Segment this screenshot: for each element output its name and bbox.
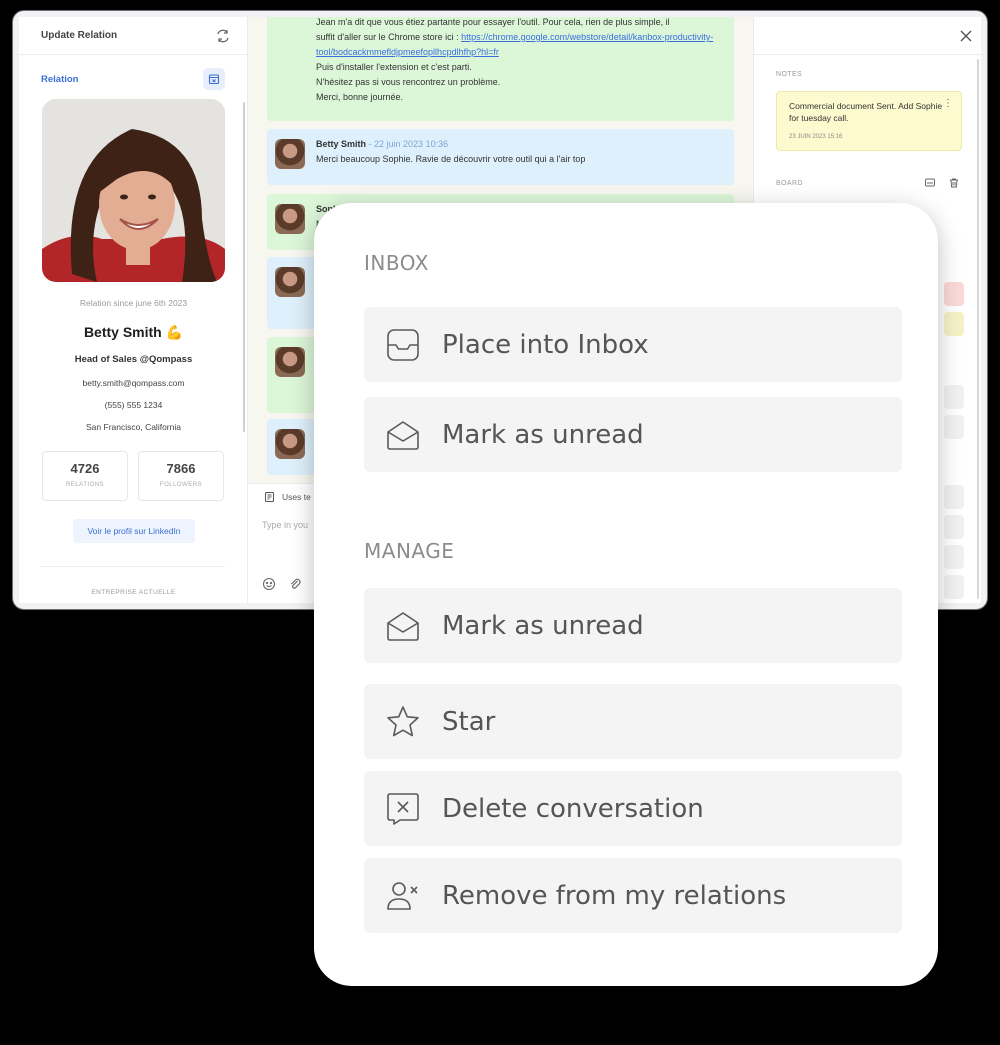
message-line: Puis d'installer l'extension et c'est pa… — [316, 62, 472, 72]
tag-pill[interactable] — [944, 415, 964, 439]
notes-label: NOTES — [776, 71, 803, 78]
composer-toolbar — [262, 577, 302, 591]
star-icon — [387, 705, 419, 736]
details-header — [754, 17, 981, 55]
tag-pill[interactable] — [944, 575, 964, 599]
tag-pill[interactable] — [944, 312, 964, 336]
panel-title: Update Relation — [41, 30, 118, 41]
current-company-label: ENTREPRISE ACTUELLE — [91, 589, 176, 596]
relation-row: Relation — [19, 55, 247, 91]
note-card[interactable]: Commercial document Sent. Add Sophie for… — [776, 91, 962, 151]
avatar — [275, 204, 305, 234]
emoji-icon[interactable] — [262, 577, 276, 591]
linkedin-profile-button[interactable]: Voir le profil sur LinkedIn — [73, 519, 195, 543]
contact-phone[interactable]: (555) 555 1234 — [19, 400, 248, 410]
profile-photo — [42, 99, 225, 282]
note-date: 23 JUIN 2023 15:16 — [789, 134, 843, 140]
tag-pill[interactable] — [944, 385, 964, 409]
relation-since: Relation since june 6th 2023 — [79, 298, 188, 308]
profile-photo-illustration — [42, 99, 225, 282]
more-vertical-icon[interactable]: ⋮ — [943, 98, 953, 110]
inbox-section-title: INBOX — [364, 251, 429, 275]
note-text: Commercial document Sent. Add Sophie for… — [789, 101, 943, 123]
remove-from-relations-button[interactable]: Remove from my relations — [364, 858, 902, 933]
contact-role: Head of Sales @Qompass — [74, 354, 193, 365]
conversation-actions-menu: INBOX Place into Inbox Mark as unread MA… — [314, 203, 938, 986]
avatar — [275, 139, 305, 169]
board-icon[interactable] — [924, 177, 936, 189]
avatar — [275, 347, 305, 377]
tag-pill[interactable] — [944, 545, 964, 569]
right-scrollbar[interactable] — [977, 59, 979, 599]
contact-name: Betty Smith 💪 — [83, 324, 184, 340]
envelope-open-icon — [387, 420, 419, 450]
inbox-tray-icon — [387, 328, 419, 361]
board-actions — [924, 177, 960, 189]
template-icon — [265, 491, 274, 502]
menu-item-label: Delete conversation — [442, 793, 704, 824]
delete-conversation-button[interactable]: Delete conversation — [364, 771, 902, 846]
contact-location: San Francisco, California — [86, 422, 181, 432]
attachment-icon[interactable] — [288, 577, 302, 591]
message-line: N'hésitez pas si vous rencontrez un prob… — [316, 77, 501, 87]
message-line: suffit d'aller sur le Chrome store ici : — [316, 32, 462, 42]
tag-pill[interactable] — [944, 515, 964, 539]
relation-panel: Update Relation Relation Relation since … — [19, 17, 248, 603]
mark-as-unread-button[interactable]: Mark as unread — [364, 397, 902, 472]
place-into-inbox-button[interactable]: Place into Inbox — [364, 307, 902, 382]
mark-as-unread-button[interactable]: Mark as unread — [364, 588, 902, 663]
relations-stat: 4726 RELATIONS — [42, 451, 128, 501]
tag-pill[interactable] — [944, 485, 964, 509]
followers-label: FOLLOWERS — [159, 482, 203, 488]
trash-icon[interactable] — [948, 177, 960, 189]
message-text: Merci beaucoup Sophie. Ravie de découvri… — [316, 154, 586, 164]
menu-item-label: Mark as unread — [442, 419, 644, 450]
message-line: Merci, bonne journée. — [316, 92, 404, 102]
followers-count: 7866 — [166, 461, 196, 476]
close-icon[interactable] — [959, 29, 973, 43]
menu-item-label: Remove from my relations — [442, 880, 787, 911]
message-bubble: Jean m'a dit que vous étiez partante pou… — [267, 17, 734, 121]
relations-count: 4726 — [70, 461, 100, 476]
relations-label: RELATIONS — [65, 482, 105, 488]
refresh-icon[interactable] — [215, 28, 231, 44]
calendar-x-icon — [208, 74, 220, 85]
avatar — [275, 429, 305, 459]
divider — [41, 566, 225, 567]
message-line: Jean m'a dit que vous étiez partante pou… — [316, 17, 670, 27]
menu-item-label: Star — [442, 706, 496, 737]
board-label: BOARD — [776, 180, 803, 187]
remove-user-icon — [387, 881, 418, 910]
contact-email[interactable]: betty.smith@qompass.com — [19, 378, 248, 388]
message-author: Betty Smith — [316, 139, 367, 149]
message-bubble: Betty Smith - 22 juin 2023 10:36 Merci b… — [267, 129, 734, 185]
manage-section-title: MANAGE — [364, 539, 455, 563]
template-hint: Uses te — [282, 491, 311, 502]
avatar — [275, 267, 305, 297]
tag-pill[interactable] — [944, 282, 964, 306]
message-date: - 22 juin 2023 10:36 — [366, 139, 449, 149]
relation-tab[interactable]: Relation — [41, 74, 78, 85]
followers-stat: 7866 FOLLOWERS — [138, 451, 224, 501]
calendar-remove-button[interactable] — [203, 68, 225, 90]
message-input[interactable]: Type in you — [262, 520, 308, 530]
menu-item-label: Mark as unread — [442, 610, 644, 641]
menu-item-label: Place into Inbox — [442, 329, 649, 360]
envelope-open-icon — [387, 611, 419, 641]
relation-panel-header: Update Relation — [19, 17, 247, 55]
delete-chat-icon — [387, 792, 419, 825]
star-button[interactable]: Star — [364, 684, 902, 759]
